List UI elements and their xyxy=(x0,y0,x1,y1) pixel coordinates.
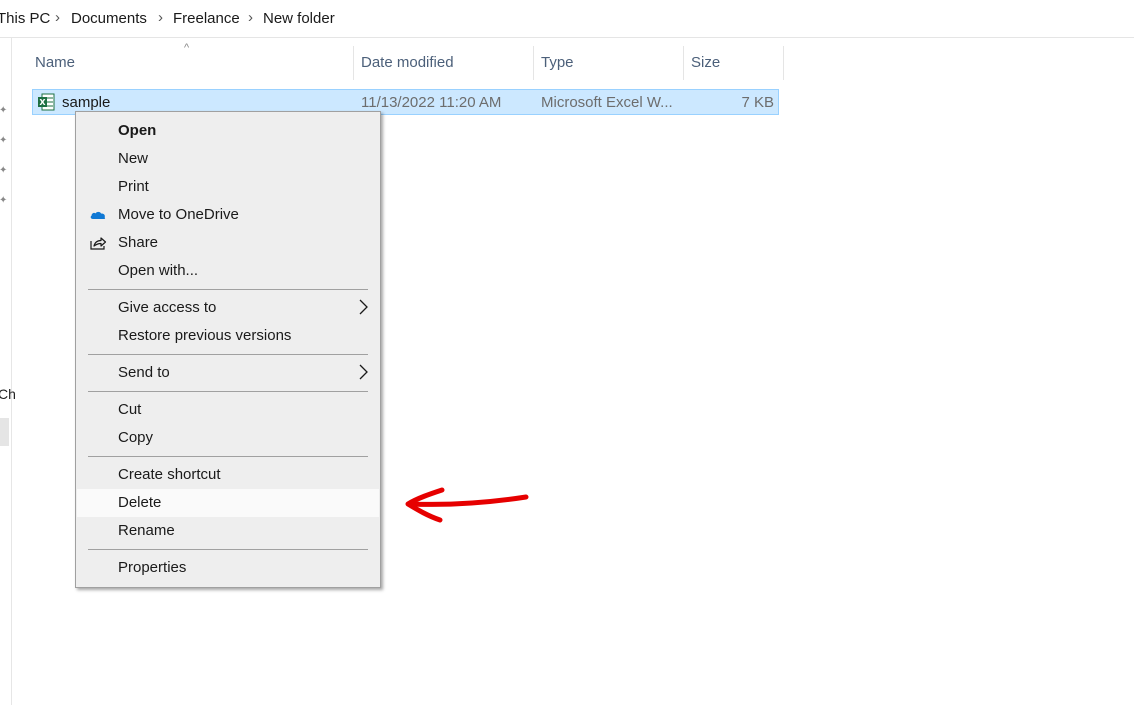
excel-file-icon: X xyxy=(38,93,55,111)
menu-item-label: Restore previous versions xyxy=(118,327,292,344)
column-header-name[interactable]: Name xyxy=(35,54,75,76)
menu-item-label: New xyxy=(118,150,149,167)
menu-item-create-shortcut[interactable]: Create shortcut xyxy=(77,461,379,489)
column-divider[interactable] xyxy=(683,46,684,80)
menu-item-label: Cut xyxy=(118,401,142,418)
chevron-right-icon[interactable]: › xyxy=(55,9,60,26)
menu-item-open[interactable]: Open xyxy=(77,117,379,145)
red-annotation-arrow xyxy=(405,487,529,523)
column-divider[interactable] xyxy=(533,46,534,80)
file-date-modified: 11/13/2022 11:20 AM xyxy=(361,94,502,111)
menu-item-label: Send to xyxy=(118,364,170,381)
menu-item-restore-previous-versions[interactable]: Restore previous versions xyxy=(77,322,379,350)
column-header-size[interactable]: Size xyxy=(691,54,720,76)
menu-item-label: Share xyxy=(118,234,159,251)
nav-item-selected[interactable] xyxy=(0,418,9,446)
onedrive-icon xyxy=(90,211,106,219)
share-icon xyxy=(90,237,107,250)
menu-item-open-with[interactable]: Open with... xyxy=(77,257,379,285)
pin-icon: ✦ xyxy=(0,135,8,146)
menu-item-properties[interactable]: Properties xyxy=(77,554,379,582)
column-divider[interactable] xyxy=(783,46,784,80)
menu-item-label: Give access to xyxy=(118,299,217,316)
menu-item-copy[interactable]: Copy xyxy=(77,424,379,452)
file-size: 7 KB xyxy=(741,94,774,111)
menu-item-label: Rename xyxy=(118,522,175,539)
column-header-type[interactable]: Type xyxy=(541,54,574,76)
pin-icon: ✦ xyxy=(0,165,8,176)
menu-item-label: Move to OneDrive xyxy=(118,206,239,223)
navigation-pane: ✦ ✦ ✦ ✦ xyxy=(0,38,12,705)
file-type: Microsoft Excel W... xyxy=(541,94,673,111)
breadcrumb: This PC › Documents › Freelance › New fo… xyxy=(0,0,1134,38)
breadcrumb-new-folder[interactable]: New folder xyxy=(263,10,335,27)
chevron-right-icon[interactable]: › xyxy=(248,9,253,26)
menu-item-rename[interactable]: Rename xyxy=(77,517,379,545)
context-menu: Open New Print Move to OneDrive Share Op… xyxy=(75,111,381,588)
menu-item-label: Open xyxy=(118,122,157,139)
sort-ascending-icon: ^ xyxy=(184,42,190,54)
menu-item-send-to[interactable]: Send to xyxy=(77,359,379,387)
breadcrumb-this-pc[interactable]: This PC xyxy=(0,10,50,27)
menu-separator xyxy=(88,354,368,355)
menu-separator xyxy=(88,456,368,457)
menu-item-new[interactable]: New xyxy=(77,145,379,173)
menu-item-share[interactable]: Share xyxy=(77,229,379,257)
breadcrumb-documents[interactable]: Documents xyxy=(71,10,147,27)
menu-item-label: Print xyxy=(118,178,149,195)
pin-icon: ✦ xyxy=(0,105,8,116)
menu-item-cut[interactable]: Cut xyxy=(77,396,379,424)
menu-separator xyxy=(88,391,368,392)
svg-text:X: X xyxy=(39,98,46,107)
menu-item-label: Copy xyxy=(118,429,154,446)
column-divider[interactable] xyxy=(353,46,354,80)
pin-icon: ✦ xyxy=(0,195,8,206)
file-name: sample xyxy=(62,94,111,111)
menu-item-print[interactable]: Print xyxy=(77,173,379,201)
menu-item-delete[interactable]: Delete xyxy=(77,489,379,517)
chevron-right-icon[interactable]: › xyxy=(158,9,163,26)
menu-separator xyxy=(88,289,368,290)
breadcrumb-freelance[interactable]: Freelance xyxy=(173,10,240,27)
chevron-right-icon xyxy=(359,299,368,315)
menu-item-move-to-onedrive[interactable]: Move to OneDrive xyxy=(77,201,379,229)
nav-item-partial-label[interactable]: Ch xyxy=(0,386,16,402)
menu-item-give-access-to[interactable]: Give access to xyxy=(77,294,379,322)
menu-item-label: Create shortcut xyxy=(118,466,221,483)
column-header-date-modified[interactable]: Date modified xyxy=(361,54,454,76)
menu-item-label: Properties xyxy=(118,559,187,576)
menu-separator xyxy=(88,549,368,550)
menu-item-label: Open with... xyxy=(118,262,199,279)
chevron-right-icon xyxy=(359,364,368,380)
menu-item-label: Delete xyxy=(118,494,162,511)
